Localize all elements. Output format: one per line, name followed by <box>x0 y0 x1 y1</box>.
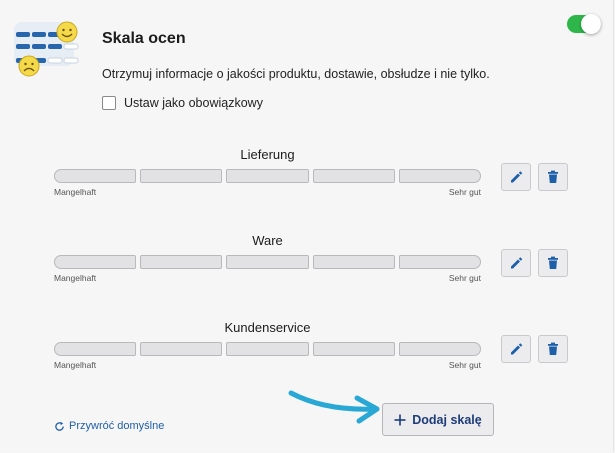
restore-defaults-link[interactable]: Przywróć domyślne <box>54 420 164 432</box>
trash-icon <box>548 342 558 355</box>
scale-segment[interactable] <box>312 342 395 356</box>
required-checkbox[interactable] <box>102 96 116 110</box>
enable-toggle[interactable] <box>567 14 601 34</box>
toggle-knob <box>581 14 601 34</box>
pencil-icon <box>511 257 523 269</box>
highlight-arrow <box>288 390 380 424</box>
scale-ware: Ware Mangelhaft Sehr gut <box>54 233 482 283</box>
plus-icon <box>394 414 406 425</box>
edit-scale-button[interactable] <box>501 335 531 363</box>
pencil-icon <box>511 343 523 355</box>
scale-segment[interactable] <box>54 255 137 269</box>
scale-segment[interactable] <box>312 169 395 183</box>
scale-segment[interactable] <box>226 255 309 269</box>
restore-defaults-label: Przywróć domyślne <box>69 420 165 432</box>
scale-lieferung: Lieferung Mangelhaft Sehr gut <box>54 147 482 197</box>
add-scale-label: Dodaj skalę <box>412 412 482 427</box>
scale-high-label: Sehr gut <box>448 360 481 370</box>
scale-segment[interactable] <box>140 255 223 269</box>
scale-low-label: Mangelhaft <box>54 273 97 283</box>
scale-segment[interactable] <box>226 342 309 356</box>
scale-segment[interactable] <box>398 342 482 356</box>
required-checkbox-label: Ustaw jako obowiązkowy <box>124 96 263 110</box>
scale-segments <box>54 342 482 356</box>
scale-name: Kundenservice <box>224 320 311 335</box>
scale-segment[interactable] <box>226 169 309 183</box>
edit-scale-button[interactable] <box>501 249 531 277</box>
scale-low-label: Mangelhaft <box>54 187 97 197</box>
scale-name: Lieferung <box>240 147 295 162</box>
required-checkbox-row[interactable]: Ustaw jako obowiązkowy <box>102 96 263 110</box>
scale-segment[interactable] <box>54 342 137 356</box>
page-description: Otrzymuj informacje o jakości produktu, … <box>102 67 490 81</box>
page-title: Skala ocen <box>102 30 186 47</box>
rating-scale-card: Skala ocen Otrzymuj informacje o jakości… <box>0 0 614 452</box>
scale-high-label: Sehr gut <box>448 273 481 283</box>
trash-icon <box>548 170 558 183</box>
add-scale-button[interactable]: Dodaj skalę <box>382 403 494 436</box>
scale-segment[interactable] <box>140 342 223 356</box>
scale-segment[interactable] <box>312 255 395 269</box>
edit-scale-button[interactable] <box>501 163 531 191</box>
scale-segment[interactable] <box>140 169 223 183</box>
delete-scale-button[interactable] <box>538 163 568 191</box>
scale-kundenservice: Kundenservice Mangelhaft Sehr gut <box>54 320 482 370</box>
scale-segments <box>54 169 482 183</box>
scale-segment[interactable] <box>398 255 482 269</box>
pencil-icon <box>511 171 523 183</box>
scale-segment[interactable] <box>54 169 137 183</box>
trash-icon <box>548 256 558 269</box>
delete-scale-button[interactable] <box>538 249 568 277</box>
rating-scale-logo <box>14 21 79 77</box>
delete-scale-button[interactable] <box>538 335 568 363</box>
scale-low-label: Mangelhaft <box>54 360 97 370</box>
scale-segments <box>54 255 482 269</box>
scale-high-label: Sehr gut <box>448 187 481 197</box>
scale-segment[interactable] <box>398 169 482 183</box>
refresh-icon <box>55 421 64 431</box>
scale-name: Ware <box>252 233 283 248</box>
